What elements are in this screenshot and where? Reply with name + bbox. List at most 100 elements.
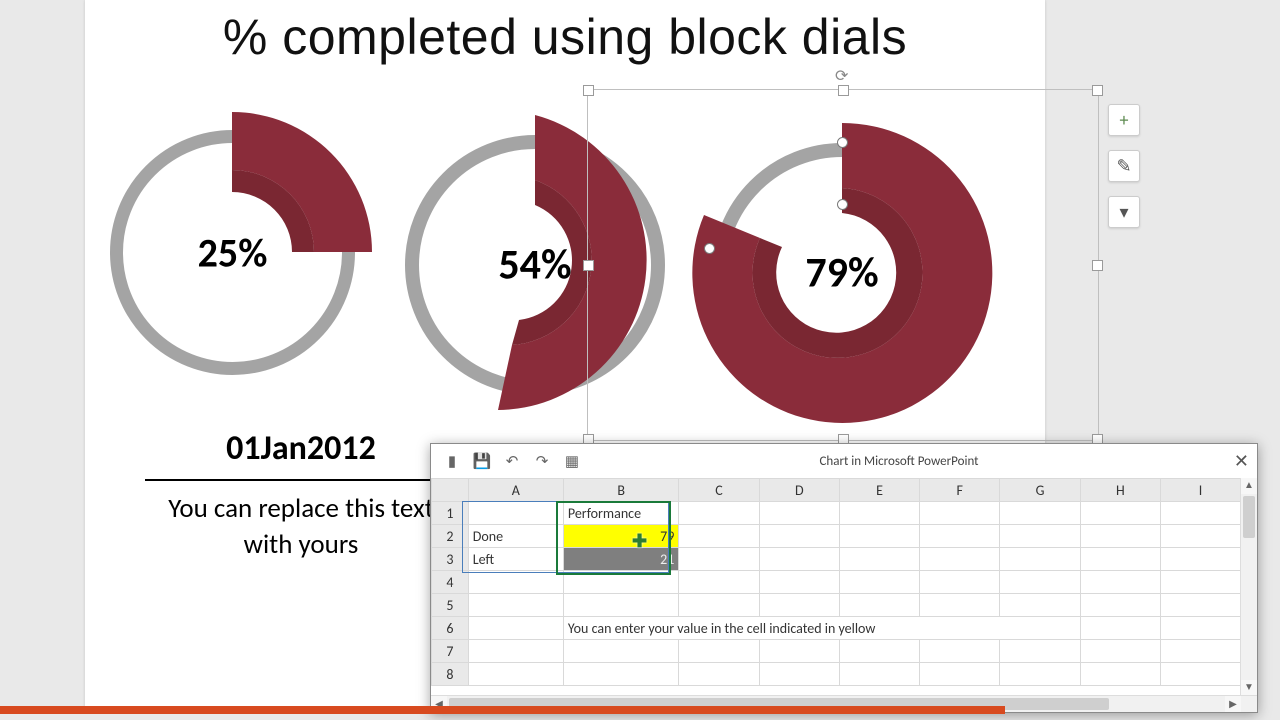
- cell-B2[interactable]: 79: [563, 525, 678, 548]
- cell[interactable]: [1080, 548, 1160, 571]
- row-header[interactable]: 2: [432, 525, 469, 548]
- cell[interactable]: [759, 525, 839, 548]
- chart-elements-button[interactable]: +: [1108, 104, 1140, 136]
- cell[interactable]: [920, 594, 1000, 617]
- col-header[interactable]: A: [468, 479, 563, 502]
- excel-data-window[interactable]: ▮ 💾 ↶ ↷ ▦ Chart in Microsoft PowerPoint …: [430, 443, 1258, 713]
- cell[interactable]: [468, 571, 563, 594]
- cell[interactable]: [468, 617, 563, 640]
- cell[interactable]: [920, 548, 1000, 571]
- cell[interactable]: [839, 571, 919, 594]
- col-header[interactable]: B: [563, 479, 678, 502]
- cell-B3[interactable]: 21: [563, 548, 678, 571]
- cell[interactable]: [468, 640, 563, 663]
- cell[interactable]: [679, 640, 759, 663]
- cell[interactable]: [679, 594, 759, 617]
- cell[interactable]: [679, 663, 759, 686]
- cell[interactable]: [839, 525, 919, 548]
- cell[interactable]: [563, 663, 678, 686]
- cell[interactable]: [759, 640, 839, 663]
- cell[interactable]: [1000, 640, 1080, 663]
- row-header[interactable]: 1: [432, 502, 469, 525]
- cell[interactable]: [839, 548, 919, 571]
- cell[interactable]: [1161, 617, 1241, 640]
- cell[interactable]: [920, 502, 1000, 525]
- excel-grid[interactable]: A B C D E F G H I 1 Performance 2 Done 7…: [431, 478, 1241, 696]
- redo-icon[interactable]: ↷: [529, 448, 555, 474]
- cell[interactable]: [1000, 502, 1080, 525]
- cell[interactable]: [1080, 663, 1160, 686]
- cell[interactable]: [679, 548, 759, 571]
- chart-filter-button[interactable]: ▾: [1108, 196, 1140, 228]
- scroll-up-icon[interactable]: ▲: [1241, 478, 1257, 494]
- cell[interactable]: [839, 663, 919, 686]
- cell[interactable]: [563, 640, 678, 663]
- resize-handle[interactable]: [583, 85, 594, 96]
- cell[interactable]: [920, 663, 1000, 686]
- resize-handle[interactable]: [1092, 260, 1103, 271]
- chart-styles-button[interactable]: ✎: [1108, 150, 1140, 182]
- dial-25[interactable]: 25%: [110, 130, 355, 375]
- cell[interactable]: [920, 571, 1000, 594]
- cell[interactable]: [1080, 617, 1160, 640]
- cell[interactable]: [1080, 525, 1160, 548]
- cell[interactable]: [468, 594, 563, 617]
- cell[interactable]: [1161, 525, 1241, 548]
- cell[interactable]: [679, 502, 759, 525]
- vertical-scrollbar[interactable]: ▲ ▼: [1240, 478, 1257, 696]
- col-header[interactable]: E: [839, 479, 919, 502]
- series-select-node[interactable]: [837, 199, 848, 210]
- resize-handle[interactable]: [838, 85, 849, 96]
- cell[interactable]: [920, 525, 1000, 548]
- open-excel-icon[interactable]: ▦: [559, 448, 585, 474]
- cell[interactable]: [1161, 663, 1241, 686]
- scroll-down-icon[interactable]: ▼: [1241, 680, 1257, 696]
- cell[interactable]: [759, 548, 839, 571]
- cell[interactable]: [759, 663, 839, 686]
- cell[interactable]: [563, 594, 678, 617]
- cell[interactable]: [759, 502, 839, 525]
- cell-A2[interactable]: Done: [468, 525, 563, 548]
- cell[interactable]: [759, 594, 839, 617]
- cell[interactable]: [1080, 640, 1160, 663]
- cell[interactable]: [679, 525, 759, 548]
- row-header[interactable]: 7: [432, 640, 469, 663]
- cell-B1[interactable]: Performance: [563, 502, 678, 525]
- cell[interactable]: [1000, 525, 1080, 548]
- cell[interactable]: [1161, 502, 1241, 525]
- cell[interactable]: [839, 502, 919, 525]
- cell[interactable]: [839, 594, 919, 617]
- col-header[interactable]: D: [759, 479, 839, 502]
- col-header[interactable]: I: [1161, 479, 1241, 502]
- cell[interactable]: [679, 571, 759, 594]
- rotate-handle-icon[interactable]: ⟳: [835, 66, 848, 86]
- cell[interactable]: [1080, 571, 1160, 594]
- col-header[interactable]: G: [1000, 479, 1080, 502]
- select-all-corner[interactable]: [432, 479, 469, 502]
- cell-A1[interactable]: [468, 502, 563, 525]
- series-select-node[interactable]: [837, 137, 848, 148]
- cell[interactable]: [920, 640, 1000, 663]
- series-select-node[interactable]: [704, 243, 715, 254]
- excel-table[interactable]: A B C D E F G H I 1 Performance 2 Done 7…: [431, 478, 1241, 686]
- scroll-right-icon[interactable]: ▶: [1225, 696, 1241, 712]
- row-header[interactable]: 3: [432, 548, 469, 571]
- dial-79[interactable]: 79%: [712, 143, 972, 403]
- cell[interactable]: [1000, 663, 1080, 686]
- cell[interactable]: [839, 640, 919, 663]
- cell[interactable]: [468, 663, 563, 686]
- cell[interactable]: [1080, 502, 1160, 525]
- row-header[interactable]: 4: [432, 571, 469, 594]
- cell[interactable]: [563, 571, 678, 594]
- cell[interactable]: [1000, 571, 1080, 594]
- cell-B6-hint[interactable]: You can enter your value in the cell ind…: [563, 617, 1080, 640]
- cell-A3[interactable]: Left: [468, 548, 563, 571]
- resize-handle[interactable]: [1092, 85, 1103, 96]
- row-header[interactable]: 5: [432, 594, 469, 617]
- cell[interactable]: [1161, 571, 1241, 594]
- row-header[interactable]: 6: [432, 617, 469, 640]
- cell[interactable]: [759, 571, 839, 594]
- close-icon[interactable]: ✕: [1234, 450, 1249, 472]
- cell[interactable]: [1161, 640, 1241, 663]
- cell[interactable]: [1161, 594, 1241, 617]
